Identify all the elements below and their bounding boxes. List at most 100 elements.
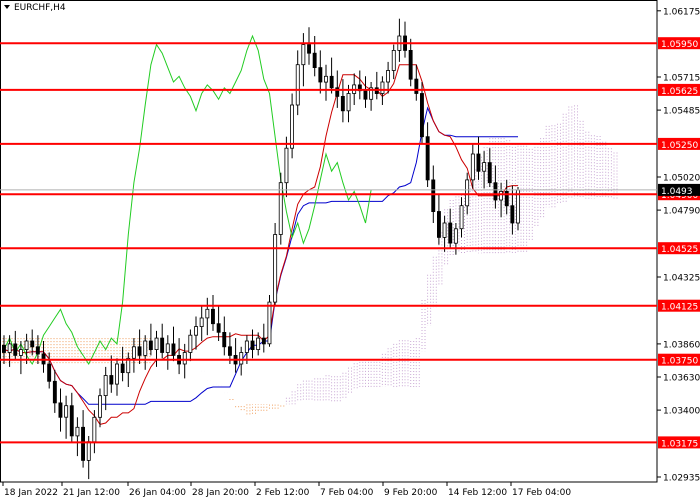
candle-body (148, 340, 153, 351)
chikou-span-line (3, 34, 372, 366)
candle-body (386, 70, 390, 83)
level-label: 1.04525 (661, 245, 698, 255)
current-price-label: 1.0493 (661, 187, 693, 197)
level-label: 1.05250 (661, 141, 698, 151)
candle-body (18, 349, 23, 356)
candle-body (188, 334, 193, 353)
candle-body (284, 147, 289, 184)
candle-body (52, 380, 57, 404)
candle-body (448, 222, 453, 244)
x-tick-label: 26 Jan 04:00 (129, 488, 186, 498)
candle-body (7, 343, 12, 353)
candle-body (380, 81, 385, 94)
y-tick-label: 1.03860 (663, 340, 700, 350)
candle-body (408, 50, 413, 80)
candle-body (171, 343, 176, 356)
y-tick-label: 1.05715 (663, 74, 700, 84)
candle-body (510, 205, 515, 224)
candle-body (250, 340, 255, 351)
candle-body (290, 104, 294, 149)
candle-body (35, 346, 40, 355)
symbol-label: EURCHF,H4 (14, 3, 66, 13)
level-label: 1.05950 (661, 40, 698, 50)
candle-body (256, 337, 261, 351)
x-tick-label: 2 Feb 12:00 (256, 488, 310, 498)
tenkan-sen-line (3, 64, 518, 425)
level-label: 1.03750 (661, 357, 698, 367)
level-label: 1.04125 (661, 303, 698, 313)
y-tick-label: 1.04790 (663, 207, 700, 217)
candle-body (24, 340, 29, 351)
candle-body (363, 90, 368, 100)
candle-body (244, 340, 249, 353)
candle-body (98, 395, 102, 418)
candle-body (86, 441, 91, 461)
candle-body (273, 234, 278, 303)
candle-body (216, 323, 221, 333)
candle-body (470, 153, 475, 181)
x-tick-label: 17 Feb 04:00 (512, 488, 571, 498)
level-label: 1.05625 (661, 87, 698, 97)
x-tick-label: 9 Feb 20:00 (384, 488, 438, 498)
candle-body (391, 50, 396, 71)
candle-body (2, 344, 6, 353)
candle-body (194, 326, 198, 336)
candle-body (131, 346, 136, 359)
candle-body (459, 205, 464, 230)
candle-body (487, 162, 492, 184)
candle-body (307, 44, 311, 54)
candle-body (414, 78, 419, 94)
candle-body (419, 93, 424, 138)
candle-body (278, 182, 283, 235)
candle-body (81, 426, 85, 461)
dropdown-triangle-icon[interactable] (4, 5, 10, 9)
candle-body (143, 340, 148, 356)
candle-body (210, 308, 215, 325)
candle-body (120, 363, 125, 374)
candle-body (267, 301, 272, 345)
candle-body (318, 67, 323, 83)
candle-body (92, 416, 97, 443)
x-tick-label: 14 Feb 12:00 (448, 488, 507, 498)
candle-body (165, 343, 170, 353)
y-tick-label: 1.06175 (663, 7, 700, 17)
candle-body (261, 337, 266, 345)
y-tick-label: 1.02935 (663, 474, 700, 484)
candle-body (323, 75, 328, 83)
candle-body (499, 190, 503, 201)
candle-body (476, 153, 481, 172)
candle-body (346, 93, 351, 112)
chart-container: 1.05950 1.05625 1.05250 1.04900 1.04525 1.041… (0, 0, 700, 500)
candle-body (154, 337, 159, 351)
y-tick-label: 1.04325 (663, 274, 700, 284)
candle-body (47, 363, 52, 382)
y-tick-label: 1.05020 (663, 174, 700, 184)
candle-body (109, 375, 114, 385)
candle-body (13, 343, 18, 356)
candle-body (340, 96, 345, 112)
candle-body (160, 337, 165, 353)
y-tick-label: 1.05485 (663, 107, 700, 117)
candle-body (137, 346, 142, 356)
candle-body (465, 179, 470, 207)
candle-body (227, 346, 232, 356)
candle-body (199, 317, 204, 328)
chart-plot: 1.059501.056251.052501.049001.045251.041… (0, 0, 700, 498)
y-tick-label: 1.03400 (663, 407, 700, 417)
candle-body (442, 222, 447, 238)
candle-body (436, 211, 441, 238)
x-tick-label: 7 Feb 04:00 (320, 488, 374, 498)
x-tick-label: 21 Jan 12:00 (63, 488, 120, 498)
candle-body (222, 331, 227, 348)
candle-body (58, 402, 63, 418)
candle-body (69, 405, 74, 437)
x-tick-label: 28 Jan 20:00 (192, 488, 249, 498)
candle-body (115, 363, 119, 385)
candle-body (453, 228, 458, 244)
candle-body (103, 375, 108, 397)
candle-body (64, 405, 69, 418)
candle-body (431, 179, 436, 212)
candle-body (239, 352, 244, 365)
candle-body (75, 426, 80, 437)
x-tick-label: 18 Jan 2022 (4, 488, 58, 498)
